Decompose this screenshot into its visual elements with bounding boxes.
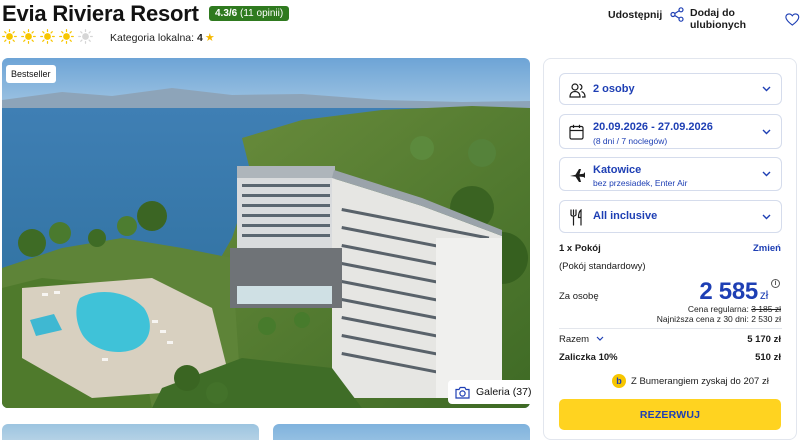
info-icon[interactable]: i: [771, 279, 780, 288]
persons-selector[interactable]: 2 osoby: [559, 73, 782, 105]
divider: [559, 328, 782, 329]
star-icon: ★: [204, 32, 215, 44]
calendar-icon: [569, 124, 584, 140]
persons-value: 2 osoby: [593, 83, 635, 95]
chevron-down-icon: [762, 129, 771, 134]
rating-badge[interactable]: 4.3/6 (11 opinii): [209, 6, 290, 21]
category-value: 4: [196, 32, 203, 44]
heart-icon: [785, 12, 800, 26]
dates-selector[interactable]: 20.09.2026 - 27.09.2026 (8 dni / 7 nocle…: [559, 114, 782, 149]
local-category: Kategoria lokalna: 4 ★: [110, 31, 215, 44]
lowest-price-value: 2 530 zł: [751, 314, 781, 324]
price-per-person: 2 585 zł: [699, 278, 768, 306]
price-value: 2 585: [699, 278, 758, 305]
room-count: 1 x Pokój: [559, 243, 601, 254]
regular-price-label: Cena regularna:: [687, 304, 749, 314]
share-label: Udostępnij: [608, 8, 663, 21]
chevron-down-icon: [762, 171, 771, 177]
hotel-title: Evia Riviera Resort: [2, 1, 199, 26]
departure-selector[interactable]: Katowice bez przesiadek, Enter Air: [559, 157, 782, 191]
lowest-price-30-days: Najniższa cena z 30 dni: 2 530 zł: [657, 314, 781, 324]
camera-icon: [455, 386, 470, 399]
share-icon: [670, 7, 684, 22]
price-currency: zł: [759, 288, 768, 302]
deposit-value: 510 zł: [755, 352, 781, 363]
persons-icon: [569, 83, 586, 98]
sun-icon: [59, 29, 74, 44]
chevron-down-icon: [762, 86, 771, 92]
departure-city: Katowice: [593, 164, 642, 176]
dates-duration: (8 dni / 7 noclegów): [593, 136, 668, 146]
total-label: Razem: [559, 334, 590, 345]
sun-icon: [21, 29, 36, 44]
gallery-button[interactable]: Galeria (37): [448, 380, 539, 404]
bestseller-badge: Bestseller: [6, 65, 56, 83]
dates-value: 20.09.2026 - 27.09.2026: [593, 121, 713, 133]
total-toggle[interactable]: Razem: [559, 334, 604, 345]
departure-details: bez przesiadek, Enter Air: [593, 178, 688, 188]
per-person-label: Za osobę: [559, 291, 599, 302]
reserve-button[interactable]: REZERWUJ: [559, 399, 781, 430]
gallery-label: Galeria (37): [476, 386, 532, 398]
sun-icon: [40, 29, 55, 44]
airplane-icon: [570, 169, 585, 182]
change-room-link[interactable]: Zmień: [753, 243, 781, 254]
hotel-main-photo[interactable]: [2, 58, 530, 408]
category-label: Kategoria lokalna:: [110, 32, 195, 44]
rating-score: 4.3/6: [215, 8, 238, 19]
rating-count: (11 opinii): [240, 8, 284, 19]
sun-empty-icon: [78, 29, 93, 44]
chevron-down-icon: [762, 214, 771, 219]
add-to-favorites-button[interactable]: Dodaj do ulubionych: [690, 7, 800, 31]
bumerang-promo: b Z Bumerangiem zyskaj do 207 zł: [612, 374, 769, 388]
total-value: 5 170 zł: [747, 334, 781, 345]
share-button[interactable]: Udostępnij: [608, 7, 684, 22]
sun-icon: [2, 29, 17, 44]
gallery-thumbnail[interactable]: [2, 424, 259, 440]
bumerang-text: Z Bumerangiem zyskaj do 207 zł: [631, 375, 769, 387]
gallery-thumbnail[interactable]: [273, 424, 530, 440]
board-value: All inclusive: [593, 210, 658, 222]
lowest-price-label: Najniższa cena z 30 dni:: [656, 314, 749, 324]
regular-price: Cena regularna: 3 185 zł: [688, 304, 781, 314]
deposit-label: Zaliczka 10%: [559, 352, 618, 363]
favorite-label: Dodaj do ulubionych: [690, 7, 746, 31]
chevron-down-icon: [596, 337, 604, 342]
board-selector[interactable]: All inclusive: [559, 200, 782, 233]
sun-rating: [2, 29, 93, 45]
bumerang-icon: b: [612, 374, 626, 388]
hotel-photo-illustration: [2, 58, 530, 408]
room-type: (Pokój standardowy): [559, 261, 646, 272]
cutlery-icon: [570, 209, 582, 226]
regular-price-value: 3 185 zł: [751, 304, 781, 314]
